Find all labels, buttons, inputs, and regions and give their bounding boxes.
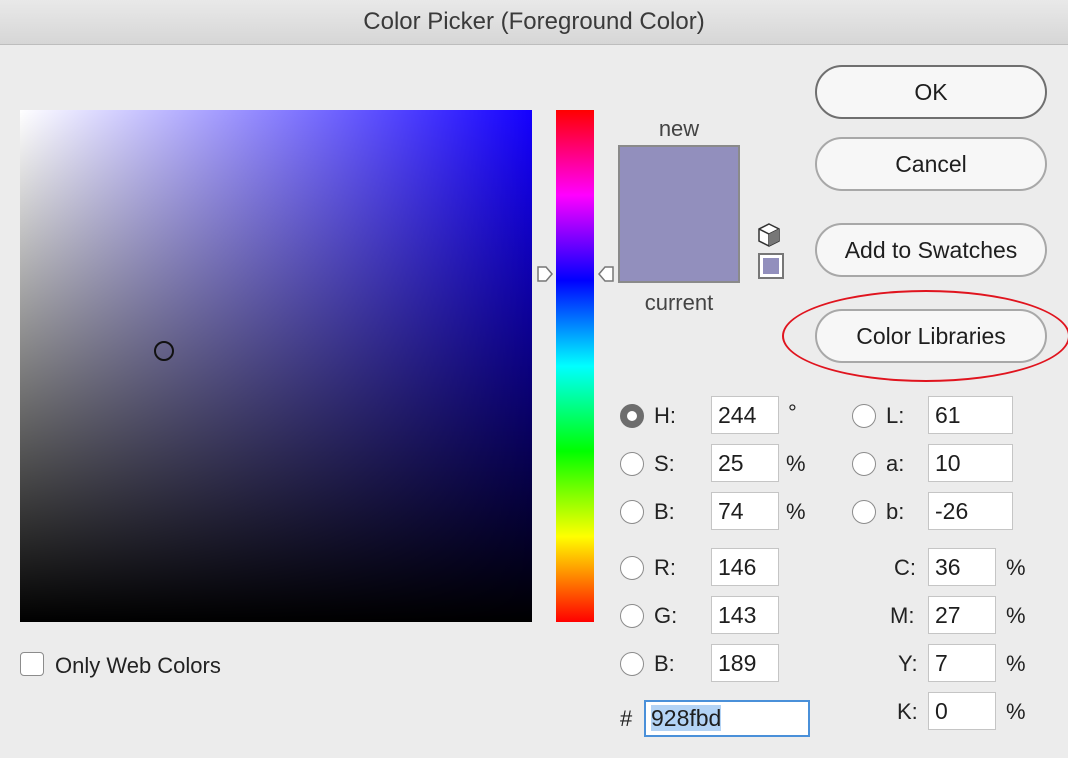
lab-l-radio[interactable] (852, 404, 876, 428)
lab-a-radio[interactable] (852, 452, 876, 476)
saturation-radio[interactable] (620, 452, 644, 476)
lab-l-input[interactable]: 61 (928, 396, 1013, 434)
lab-b-radio[interactable] (852, 500, 876, 524)
cyan-unit: % (1006, 555, 1026, 580)
blue-input[interactable]: 189 (711, 644, 779, 682)
ok-button[interactable]: OK (815, 65, 1047, 119)
add-to-swatches-button[interactable]: Add to Swatches (815, 223, 1047, 277)
green-input[interactable]: 143 (711, 596, 779, 634)
saturation-label: S: (654, 451, 675, 476)
red-label: R: (654, 555, 676, 580)
green-radio[interactable] (620, 604, 644, 628)
hue-label: H: (654, 403, 676, 428)
brightness-radio[interactable] (620, 500, 644, 524)
brightness-input[interactable]: 74 (711, 492, 779, 530)
lab-b-input[interactable]: -26 (928, 492, 1013, 530)
red-input[interactable]: 146 (711, 548, 779, 586)
red-radio[interactable] (620, 556, 644, 580)
hue-input[interactable]: 244 (711, 396, 779, 434)
only-web-colors-label: Only Web Colors (55, 653, 221, 678)
hue-unit: ° (788, 400, 797, 425)
saturation-input[interactable]: 25 (711, 444, 779, 482)
blue-radio[interactable] (620, 652, 644, 676)
window-title: Color Picker (Foreground Color) (0, 0, 1068, 45)
hex-value: 928fbd (651, 705, 722, 731)
black-label: K: (897, 699, 918, 724)
lab-l-label: L: (886, 403, 905, 428)
blue-label: B: (654, 651, 675, 676)
black-input[interactable]: 0 (928, 692, 996, 730)
magenta-input[interactable]: 27 (928, 596, 996, 634)
yellow-label: Y: (898, 651, 918, 676)
saturation-unit: % (786, 451, 806, 476)
cube-icon[interactable] (756, 222, 782, 248)
brightness-unit: % (786, 499, 806, 524)
field-cursor[interactable] (154, 341, 174, 361)
new-color-label: new (658, 116, 700, 141)
hex-label: # (620, 706, 633, 731)
hex-input[interactable]: 928fbd (644, 700, 810, 737)
lab-a-input[interactable]: 10 (928, 444, 1013, 482)
lab-a-label: a: (886, 451, 905, 476)
brightness-label: B: (654, 499, 675, 524)
hue-slider[interactable] (556, 110, 594, 622)
yellow-input[interactable]: 7 (928, 644, 996, 682)
websafe-swatch-icon[interactable] (758, 253, 784, 279)
highlight-annotation (782, 290, 1068, 382)
cancel-button[interactable]: Cancel (815, 137, 1047, 191)
cyan-input[interactable]: 36 (928, 548, 996, 586)
yellow-unit: % (1006, 651, 1026, 676)
black-unit: % (1006, 699, 1026, 724)
current-color-label: current (644, 290, 714, 315)
only-web-colors-checkbox[interactable] (20, 652, 44, 676)
cyan-label: C: (894, 555, 916, 580)
color-field[interactable] (20, 110, 532, 622)
green-label: G: (654, 603, 678, 628)
magenta-unit: % (1006, 603, 1026, 628)
color-preview-swatch (618, 145, 740, 283)
hue-radio[interactable] (620, 404, 644, 428)
magenta-label: M: (890, 603, 915, 628)
lab-b-label: b: (886, 499, 905, 524)
